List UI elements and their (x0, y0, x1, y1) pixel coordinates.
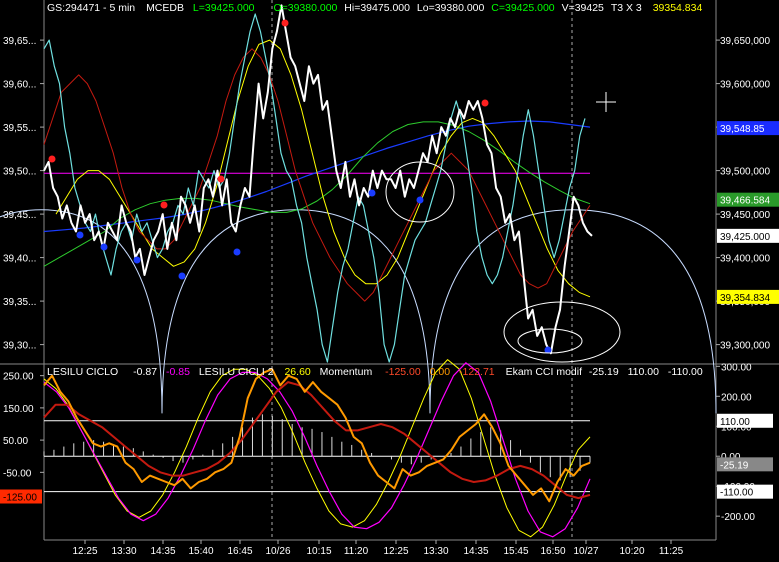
swing-high-marker (481, 99, 489, 107)
y-left-tick-label: 39,35... (3, 297, 36, 308)
y-left-tick-label: 39,55... (3, 123, 36, 134)
swing-low-marker (368, 189, 376, 197)
osc-tag-label: -125.00 (3, 493, 37, 504)
swing-low-marker (100, 243, 108, 251)
cci-val-3: -110.00 (667, 366, 703, 378)
swing-low-marker (416, 196, 424, 204)
series-red-line (43, 48, 591, 302)
x-tick-label: 15:40 (188, 546, 213, 557)
momentum-val-1: -125.00 (385, 366, 421, 378)
y-left-tick-label: 39,60... (3, 80, 36, 91)
cycle-arc-1 (161, 209, 431, 414)
value-label: 39354.834 (652, 2, 703, 14)
exchange-label: MCEDB (146, 2, 184, 14)
osc-y-right-tick-label: -200.00 (721, 512, 755, 523)
osc-y-right-tick-label: 300.00 (721, 362, 752, 373)
swing-high-marker (281, 19, 289, 27)
last-label: L=39425.000 (192, 2, 255, 14)
cci-val-1: -25.19 (588, 366, 619, 378)
y-right-tick-label: 39,400,000 (720, 254, 770, 265)
y-right-tick-label: 39,300,000 (720, 341, 770, 352)
cycle-arc-2 (429, 209, 717, 414)
x-tick-label: 12:25 (383, 546, 408, 557)
x-tick-label: 16:50 (540, 546, 565, 557)
momentum-name: Momentum (319, 366, 373, 378)
x-tick-label: 16:45 (227, 546, 252, 557)
open-label: O=39380.000 (273, 2, 338, 14)
series-cyan-line (43, 13, 586, 363)
ciclo2-name: LESILU CICLI 2 (198, 366, 274, 378)
swing-low-marker (178, 272, 186, 280)
x-tick-label: 10/26 (265, 546, 290, 557)
x-tick-label: 10:20 (619, 546, 644, 557)
x-tick-label: 14:35 (463, 546, 488, 557)
swing-high-marker (160, 201, 168, 209)
swing-low-marker (76, 231, 84, 239)
close-label: C=39425.000 (491, 2, 555, 14)
high-label: Hi=39475.000 (344, 2, 410, 14)
swing-low-marker (133, 256, 141, 264)
ciclo2-val: 26.60 (284, 366, 311, 378)
momentum-val-3: -122.71 (459, 366, 495, 378)
x-tick-label: 11:25 (659, 546, 684, 557)
y-right-tick-label: 39,600,000 (720, 80, 770, 91)
x-tick-label: 11:20 (344, 546, 369, 557)
ciclo-val2: -0.85 (165, 366, 190, 378)
osc-y-left-tick-label: 150.00 (3, 404, 34, 415)
y-left-tick-label: 39,30... (3, 341, 36, 352)
low-label: Lo=39380.000 (416, 2, 485, 14)
y-right-tick-label: 39,500,000 (720, 167, 770, 178)
series-price-line (43, 4, 593, 355)
ticks-label: T3 X 3 (610, 2, 642, 14)
price-tag-label: 39,425.000 (720, 232, 770, 243)
cycle-arc-0 (0, 209, 163, 414)
osc-tag-label: -25.19 (720, 460, 749, 471)
chart-canvas[interactable]: 39,65... 39,650,000 39,60... 39,600,000 39,5… (0, 0, 779, 559)
osc-y-left-tick-label: 250.00 (3, 372, 34, 383)
y-left-tick-label: 39,50... (3, 167, 36, 178)
swing-low-marker (233, 248, 241, 256)
y-left-tick-label: 39,40... (3, 254, 36, 265)
price-tag-label: 39,466.584 (720, 196, 770, 207)
osc-tag-label: -110.00 (720, 488, 754, 499)
osc-orange-line (43, 368, 591, 503)
volume-label: V=39425 (561, 2, 604, 14)
y-left-tick-label: 39,65... (3, 36, 36, 47)
ciclo-val: -0.87 (133, 366, 158, 378)
osc-red-line (43, 381, 591, 500)
x-tick-label: 14:35 (150, 546, 175, 557)
highlight-ellipse-2 (503, 301, 621, 363)
chart-window[interactable]: 39,65... 39,650,000 39,60... 39,600,000 39,5… (0, 0, 779, 559)
cci-name: Ekam CCI modif (505, 366, 582, 378)
symbol-label: GS:294471 - 5 min (47, 2, 136, 14)
y-right-tick-label: 39,450,000 (720, 210, 770, 221)
cci-val-2: 110.00 (627, 366, 659, 378)
series-green-line (43, 121, 591, 267)
x-tick-label: 10/27 (573, 546, 598, 557)
price-tag-label: 39,548.85 (720, 124, 765, 135)
osc-tag-label: 110.00 (720, 417, 750, 428)
highlight-ellipse-1 (385, 161, 455, 223)
oscillator-header: LESILU CICLO -0.87 -0.85 LESILU CICLI 2 … (47, 366, 703, 378)
x-tick-label: 12:25 (72, 546, 97, 557)
osc-y-left-tick-label: 50.00 (3, 436, 28, 447)
x-tick-label: 10:15 (306, 546, 331, 557)
osc-y-left-tick-label: -50.00 (3, 468, 32, 479)
y-right-tick-label: 39,650,000 (720, 36, 770, 47)
ciclo-name: LESILU CICLO (47, 366, 119, 378)
swing-high-marker (48, 155, 56, 163)
x-tick-label: 13:30 (111, 546, 136, 557)
osc-y-right-tick-label: 200.00 (721, 392, 752, 403)
momentum-val-2: 0.00 (429, 366, 451, 378)
swing-high-marker (217, 175, 225, 183)
price-tag-label: 39,354.834 (720, 293, 770, 304)
x-tick-label: 15:45 (503, 546, 528, 557)
chart-header: GS:294471 - 5 min MCEDB L=39425.000 O=39… (47, 2, 702, 14)
x-tick-label: 13:30 (423, 546, 448, 557)
